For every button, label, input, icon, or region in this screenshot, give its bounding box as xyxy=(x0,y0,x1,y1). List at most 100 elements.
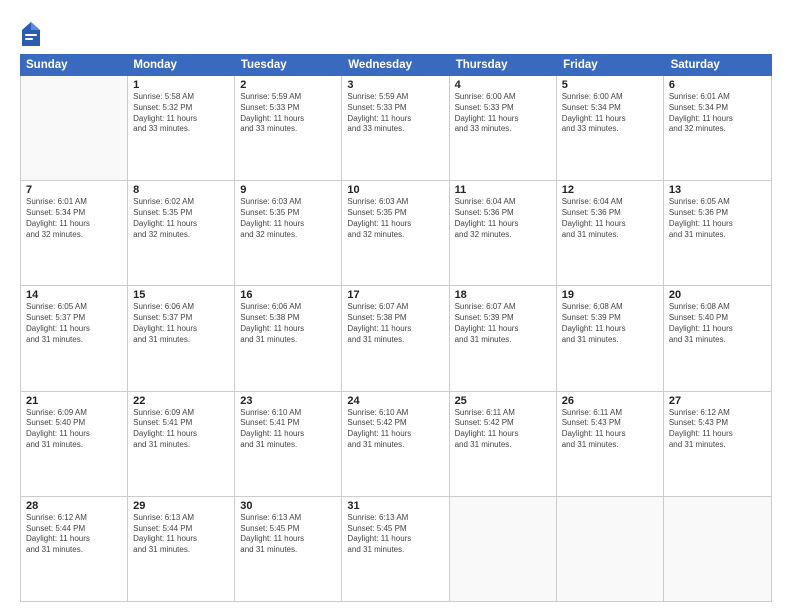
cell-info-line: Daylight: 11 hours xyxy=(669,429,766,440)
cell-info-line: Daylight: 11 hours xyxy=(347,114,443,125)
cell-info-line: Sunset: 5:34 PM xyxy=(26,208,122,219)
day-number: 21 xyxy=(26,395,122,407)
cell-info-line: and 31 minutes. xyxy=(669,440,766,451)
calendar-day-28: 28Sunrise: 6:12 AMSunset: 5:44 PMDayligh… xyxy=(21,497,128,601)
cell-info-line: Sunrise: 5:59 AM xyxy=(347,92,443,103)
calendar-day-1: 1Sunrise: 5:58 AMSunset: 5:32 PMDaylight… xyxy=(128,76,235,180)
cell-info-line: Sunset: 5:37 PM xyxy=(26,313,122,324)
cell-info-line: Sunrise: 6:13 AM xyxy=(240,513,336,524)
day-number: 18 xyxy=(455,289,551,301)
calendar-day-9: 9Sunrise: 6:03 AMSunset: 5:35 PMDaylight… xyxy=(235,181,342,285)
day-number: 28 xyxy=(26,500,122,512)
page: SundayMondayTuesdayWednesdayThursdayFrid… xyxy=(0,0,792,612)
cell-info-line: Daylight: 11 hours xyxy=(455,324,551,335)
calendar-week-2: 7Sunrise: 6:01 AMSunset: 5:34 PMDaylight… xyxy=(21,181,771,286)
calendar-header: SundayMondayTuesdayWednesdayThursdayFrid… xyxy=(20,54,772,76)
cell-info-line: Sunset: 5:33 PM xyxy=(240,103,336,114)
calendar-body: 1Sunrise: 5:58 AMSunset: 5:32 PMDaylight… xyxy=(21,76,771,601)
cell-info-line: Daylight: 11 hours xyxy=(669,219,766,230)
calendar-day-26: 26Sunrise: 6:11 AMSunset: 5:43 PMDayligh… xyxy=(557,392,664,496)
cell-info-line: Sunrise: 6:11 AM xyxy=(562,408,658,419)
cell-info-line: and 31 minutes. xyxy=(133,440,229,451)
cell-info-line: Sunset: 5:40 PM xyxy=(26,418,122,429)
cell-info-line: Sunrise: 6:06 AM xyxy=(133,302,229,313)
cell-info-line: and 33 minutes. xyxy=(133,124,229,135)
cell-info-line: and 31 minutes. xyxy=(562,230,658,241)
day-number: 23 xyxy=(240,395,336,407)
cell-info-line: Sunset: 5:34 PM xyxy=(669,103,766,114)
cell-info-line: and 31 minutes. xyxy=(26,440,122,451)
calendar-day-2: 2Sunrise: 5:59 AMSunset: 5:33 PMDaylight… xyxy=(235,76,342,180)
cell-info-line: Daylight: 11 hours xyxy=(347,429,443,440)
day-number: 10 xyxy=(347,184,443,196)
calendar-week-3: 14Sunrise: 6:05 AMSunset: 5:37 PMDayligh… xyxy=(21,286,771,391)
calendar: SundayMondayTuesdayWednesdayThursdayFrid… xyxy=(20,54,772,602)
calendar-empty-cell xyxy=(557,497,664,601)
cell-info-line: Sunset: 5:44 PM xyxy=(26,524,122,535)
calendar-day-4: 4Sunrise: 6:00 AMSunset: 5:33 PMDaylight… xyxy=(450,76,557,180)
cell-info-line: Sunset: 5:38 PM xyxy=(347,313,443,324)
cell-info-line: Daylight: 11 hours xyxy=(347,219,443,230)
cell-info-line: and 31 minutes. xyxy=(347,440,443,451)
cell-info-line: and 31 minutes. xyxy=(669,335,766,346)
cell-info-line: and 32 minutes. xyxy=(347,230,443,241)
day-number: 6 xyxy=(669,79,766,91)
calendar-week-5: 28Sunrise: 6:12 AMSunset: 5:44 PM Dayligh… xyxy=(21,497,771,601)
calendar-week-4: 21Sunrise: 6:09 AMSunset: 5:40 PMDayligh… xyxy=(21,392,771,497)
calendar-empty-cell xyxy=(664,497,771,601)
cell-info-line: Sunrise: 6:04 AM xyxy=(455,197,551,208)
cell-info-line: Sunrise: 6:03 AM xyxy=(240,197,336,208)
cell-info-line: Sunset: 5:43 PM xyxy=(562,418,658,429)
cell-info-line: Daylight: 11 hours xyxy=(133,429,229,440)
header xyxy=(20,18,772,48)
cell-info-line: Sunset: 5:40 PM xyxy=(669,313,766,324)
day-number: 2 xyxy=(240,79,336,91)
calendar-day-21: 21Sunrise: 6:09 AMSunset: 5:40 PMDayligh… xyxy=(21,392,128,496)
cell-info-line: and 32 minutes. xyxy=(240,230,336,241)
cell-info-line: and 33 minutes. xyxy=(240,124,336,135)
cell-info-line: Sunrise: 6:06 AM xyxy=(240,302,336,313)
calendar-day-22: 22Sunrise: 6:09 AMSunset: 5:41 PMDayligh… xyxy=(128,392,235,496)
cell-info-line: and 31 minutes. xyxy=(669,230,766,241)
cell-info-line: Sunset: 5:33 PM xyxy=(455,103,551,114)
cell-info-line: Sunset: 5:45 PM xyxy=(347,524,443,535)
day-number: 17 xyxy=(347,289,443,301)
day-number: 1 xyxy=(133,79,229,91)
calendar-empty-cell xyxy=(21,76,128,180)
calendar-day-11: 11Sunrise: 6:04 AMSunset: 5:36 PMDayligh… xyxy=(450,181,557,285)
cell-info-line: Sunrise: 6:13 AM xyxy=(347,513,443,524)
cell-info-line: Daylight: 11 hours xyxy=(26,324,122,335)
calendar-day-30: 30Sunrise: 6:13 AMSunset: 5:45 PMDayligh… xyxy=(235,497,342,601)
calendar-day-20: 20Sunrise: 6:08 AMSunset: 5:40 PMDayligh… xyxy=(664,286,771,390)
day-number: 14 xyxy=(26,289,122,301)
calendar-day-7: 7Sunrise: 6:01 AMSunset: 5:34 PMDaylight… xyxy=(21,181,128,285)
logo-icon xyxy=(20,20,42,48)
cell-info-line: Sunrise: 6:08 AM xyxy=(562,302,658,313)
cell-info-line: Sunrise: 6:00 AM xyxy=(562,92,658,103)
cell-info-line: Daylight: 11 hours xyxy=(240,534,336,545)
day-number: 24 xyxy=(347,395,443,407)
cell-info-line: Sunrise: 6:12 AM xyxy=(26,513,122,524)
cell-info-line: Sunrise: 6:07 AM xyxy=(347,302,443,313)
cell-info-line: Sunset: 5:38 PM xyxy=(240,313,336,324)
calendar-day-5: 5Sunrise: 6:00 AMSunset: 5:34 PMDaylight… xyxy=(557,76,664,180)
calendar-day-14: 14Sunrise: 6:05 AMSunset: 5:37 PMDayligh… xyxy=(21,286,128,390)
calendar-day-29: 29Sunrise: 6:13 AMSunset: 5:44 PMDayligh… xyxy=(128,497,235,601)
day-number: 31 xyxy=(347,500,443,512)
calendar-day-27: 27Sunrise: 6:12 AMSunset: 5:43 PMDayligh… xyxy=(664,392,771,496)
cell-info-line: and 31 minutes. xyxy=(347,335,443,346)
cell-info-line: and 32 minutes. xyxy=(669,124,766,135)
header-day-friday: Friday xyxy=(557,54,664,76)
cell-info-line: Daylight: 11 hours xyxy=(26,219,122,230)
day-number: 8 xyxy=(133,184,229,196)
day-number: 12 xyxy=(562,184,658,196)
calendar-day-6: 6Sunrise: 6:01 AMSunset: 5:34 PMDaylight… xyxy=(664,76,771,180)
cell-info-line: Sunrise: 6:01 AM xyxy=(669,92,766,103)
cell-info-line: and 31 minutes. xyxy=(26,335,122,346)
cell-info-line: Daylight: 11 hours xyxy=(562,219,658,230)
cell-info-line: Sunset: 5:39 PM xyxy=(562,313,658,324)
cell-info-line: Sunrise: 6:12 AM xyxy=(669,408,766,419)
cell-info-line: Sunrise: 6:10 AM xyxy=(240,408,336,419)
calendar-day-12: 12Sunrise: 6:04 AMSunset: 5:36 PMDayligh… xyxy=(557,181,664,285)
cell-info-line: Sunset: 5:41 PM xyxy=(133,418,229,429)
